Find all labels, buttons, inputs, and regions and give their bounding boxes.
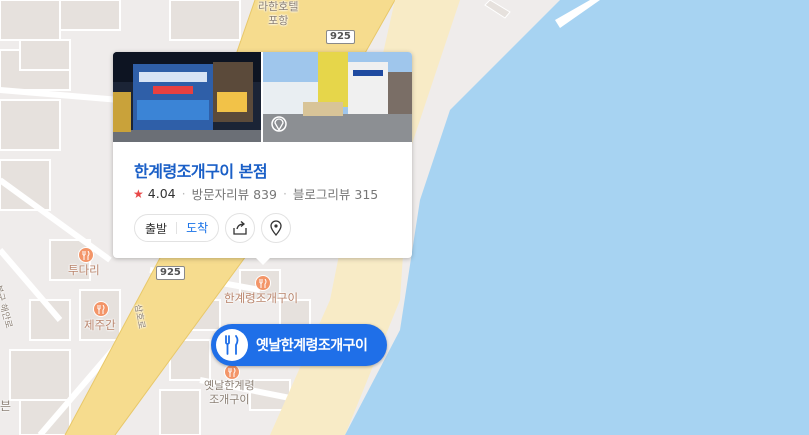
restaurant-poi-icon[interactable] xyxy=(224,364,240,380)
place-photo-storefront[interactable] xyxy=(113,52,261,142)
road-number-925-top: 925 xyxy=(326,30,355,44)
arrive-button[interactable]: 도착 xyxy=(176,222,208,234)
poi-label-old-line2: 조개구이 xyxy=(209,393,250,406)
marker-label: 옛날한계령조개구이 xyxy=(256,338,368,354)
visitor-review-count[interactable]: 방문자리뷰 839 xyxy=(192,184,277,203)
place-info-card[interactable]: 한계령조개구이 본점 ★ 4.04 · 방문자리뷰 839 · 블로그리뷰 31… xyxy=(113,52,412,258)
place-title[interactable]: 한계령조개구이 본점 xyxy=(134,158,268,182)
poi-label-tudari[interactable]: 투다리 xyxy=(68,262,100,278)
road-number-925-bottom: 925 xyxy=(156,266,185,280)
place-photo-street[interactable] xyxy=(263,52,412,142)
poi-label-jejugan[interactable]: 제주간 xyxy=(84,317,116,333)
depart-button[interactable]: 출발 xyxy=(145,220,167,237)
hotel-label[interactable]: 라한호텔 포항 xyxy=(258,0,298,28)
blog-review-count[interactable]: 블로그리뷰 315 xyxy=(293,184,378,203)
poi-label-old-hangyeryeong[interactable]: 옛날한계령 조개구이 xyxy=(204,379,255,407)
star-icon: ★ xyxy=(133,186,144,201)
restaurant-poi-icon[interactable] xyxy=(255,275,271,291)
place-photos[interactable] xyxy=(113,52,412,142)
selected-place-marker[interactable]: 옛날한계령조개구이 xyxy=(211,324,387,366)
share-button[interactable] xyxy=(225,213,256,243)
card-pointer xyxy=(255,257,271,265)
place-rating: 4.04 xyxy=(147,186,176,201)
place-meta: ★ 4.04 · 방문자리뷰 839 · 블로그리뷰 315 xyxy=(133,184,378,203)
edge-label: 븐 xyxy=(0,399,12,413)
meta-separator: · xyxy=(282,186,287,201)
route-pill: 출발 도착 xyxy=(134,214,220,242)
location-button[interactable] xyxy=(261,213,292,243)
restaurant-icon xyxy=(216,329,248,361)
share-icon xyxy=(233,221,247,235)
hotel-label-line2: 포항 xyxy=(268,14,289,27)
location-pin-icon xyxy=(270,220,282,236)
restaurant-poi-icon[interactable] xyxy=(78,247,94,263)
hotel-label-line1: 라한호텔 xyxy=(258,0,299,13)
restaurant-poi-icon[interactable] xyxy=(93,301,109,317)
poi-label-hangyeryeong[interactable]: 한계령조개구이 xyxy=(224,290,298,306)
poi-label-old-line1: 옛날한계령 xyxy=(204,379,255,392)
card-actions: 출발 도착 xyxy=(134,213,292,243)
meta-separator: · xyxy=(181,186,186,201)
